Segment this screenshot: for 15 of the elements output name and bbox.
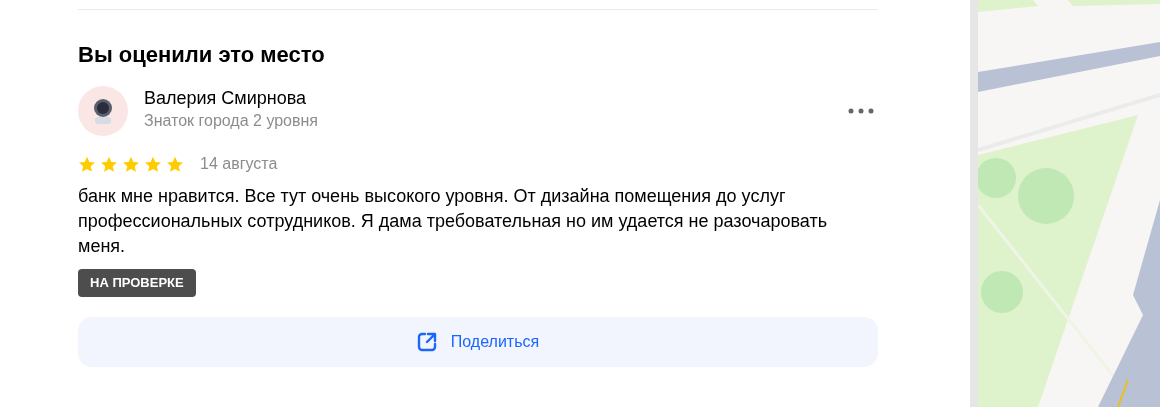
star-icon <box>122 155 140 173</box>
author-name[interactable]: Валерия Смирнова <box>144 86 307 110</box>
review-text: банк мне нравится. Все тут очень высокого уровня. От дизайна помещения до услуг профессиональных сотрудников. Я дама требовательная но им удается не разочаровать меня. <box>78 185 829 258</box>
star-icon <box>166 155 184 173</box>
more-icon[interactable] <box>848 108 874 114</box>
status-badge: НА ПРОВЕРКЕ <box>78 269 196 297</box>
author-level: Знаток города 2 уровня <box>144 111 318 131</box>
share-button[interactable]: Поделиться <box>78 317 878 367</box>
share-icon <box>416 332 437 352</box>
star-icon <box>100 155 118 173</box>
star-icon <box>78 155 96 173</box>
section-title: Вы оценили это место <box>78 41 325 69</box>
star-icon <box>144 155 162 173</box>
avatar-icon <box>78 86 128 136</box>
review-date: 14 августа <box>200 154 278 174</box>
